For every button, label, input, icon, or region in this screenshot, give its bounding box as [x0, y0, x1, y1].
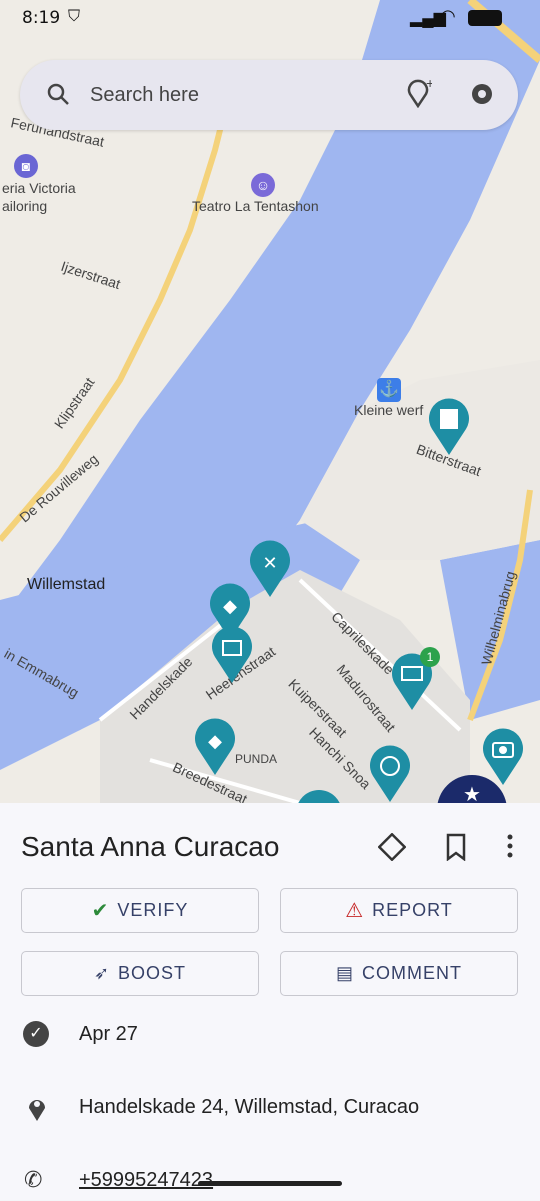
theater-icon: ☺	[251, 173, 275, 197]
shield-icon: ⛉	[68, 8, 81, 25]
phone-link[interactable]: +59995247423	[79, 1169, 213, 1192]
boost-label: BOOST	[118, 963, 187, 983]
electronics-marker[interactable]: 1	[387, 647, 440, 712]
gift-icon	[212, 626, 252, 683]
palette-icon	[370, 745, 410, 802]
verified-date: Apr 27	[79, 1023, 138, 1045]
verified-badge-icon: ✓	[23, 1021, 49, 1047]
verified-date-row: ✓ Apr 27	[0, 1015, 540, 1055]
diamond-icon: ◆	[195, 718, 235, 775]
comment-icon: ▤	[335, 963, 354, 983]
verified-check-icon: ✔	[91, 900, 110, 922]
map-label: Teatro La Tentashon	[192, 198, 319, 214]
place-title: Santa Anna Curacao	[21, 831, 280, 862]
add-location-icon[interactable]: +	[406, 75, 434, 113]
building-marker[interactable]	[424, 395, 474, 457]
map-label: Kleine werf	[354, 402, 424, 418]
jewelry-marker[interactable]: ◆	[190, 715, 240, 777]
map-label: eria Victoria	[2, 180, 76, 196]
count-badge: 1	[420, 647, 440, 667]
phone-icon: ✆	[24, 1167, 43, 1192]
map-label: Willemstad	[27, 576, 106, 593]
place-details-panel: Santa Anna Curacao ✔ VERIFY ⚠ REPORT ➶ B…	[0, 803, 540, 1200]
svg-text:◆: ◆	[223, 596, 237, 616]
more-menu-icon[interactable]	[500, 833, 520, 866]
verify-button[interactable]: ✔ VERIFY	[21, 888, 259, 933]
search-icon	[46, 82, 70, 111]
wifi-icon: ◠	[440, 6, 456, 26]
gift-marker[interactable]	[207, 623, 257, 685]
svg-text:+: +	[426, 78, 432, 91]
search-bar[interactable]: Search here +	[20, 60, 518, 130]
report-button[interactable]: ⚠ REPORT	[280, 888, 518, 933]
comment-button[interactable]: ▤ COMMENT	[280, 951, 518, 996]
art-marker[interactable]	[365, 742, 415, 803]
directions-icon[interactable]	[377, 832, 407, 866]
location-pin-icon	[26, 1094, 48, 1127]
svg-text:◆: ◆	[208, 731, 222, 751]
building-icon	[429, 398, 469, 455]
report-label: REPORT	[372, 900, 453, 920]
ferry-icon: ⚓	[377, 378, 401, 402]
gear-icon[interactable]	[468, 80, 496, 113]
address-row: Handelskade 24, Willemstad, Curacao	[0, 1088, 540, 1128]
warning-icon: ⚠	[345, 900, 365, 922]
battery-icon	[468, 10, 502, 26]
status-bar: 8:19 ⛉ ▂▄▆ ◠	[0, 0, 540, 36]
boost-button[interactable]: ➶ BOOST	[21, 951, 259, 996]
shop-icon: ◙	[14, 154, 38, 178]
bookmark-icon[interactable]	[444, 833, 468, 866]
clock: 8:19	[22, 8, 61, 28]
verify-label: VERIFY	[117, 900, 189, 920]
svg-text:✕: ✕	[262, 553, 277, 573]
map-label: ailoring	[2, 198, 48, 214]
rocket-icon: ➶	[93, 963, 111, 983]
address-text: Handelskade 24, Willemstad, Curacao	[79, 1096, 420, 1118]
map-label: PUNDA	[235, 752, 278, 766]
comment-label: COMMENT	[362, 963, 462, 983]
home-indicator[interactable]	[198, 1181, 342, 1186]
search-placeholder[interactable]: Search here	[90, 84, 199, 107]
